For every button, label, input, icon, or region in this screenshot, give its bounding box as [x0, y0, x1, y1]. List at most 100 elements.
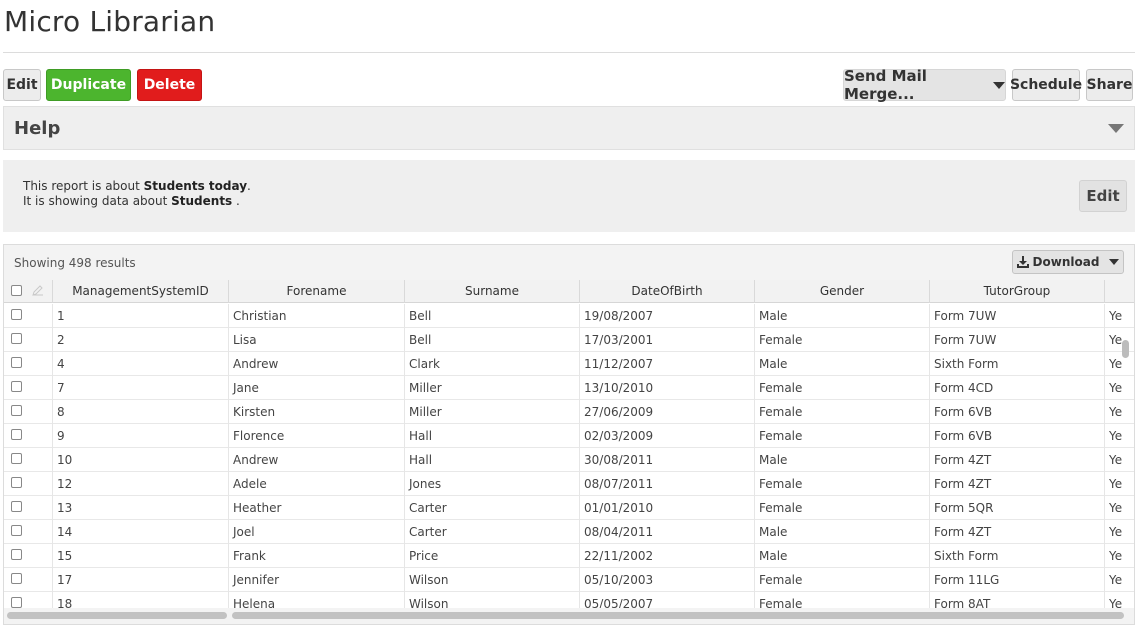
share-button[interactable]: Share	[1086, 69, 1133, 101]
table-cell: Female	[755, 376, 930, 400]
table-cell: Bell	[405, 304, 580, 328]
row-checkbox[interactable]	[11, 405, 22, 416]
row-checkbox[interactable]	[11, 477, 22, 488]
table-cell: 10	[53, 448, 229, 472]
download-icon	[1016, 256, 1029, 268]
pencil-icon	[32, 285, 43, 296]
table-cell: 08/04/2011	[580, 520, 755, 544]
table-cell: Female	[755, 424, 930, 448]
table-cell: Sixth Form	[930, 352, 1105, 376]
table-cell: 02/03/2009	[580, 424, 755, 448]
row-select-cell	[4, 304, 53, 328]
table-cell: 8	[53, 400, 229, 424]
row-select-cell	[4, 496, 53, 520]
table-cell: Ye	[1109, 405, 1123, 419]
table-row[interactable]: 12 Adele Jones 08/07/2011 Female Form 4ZT Ye	[4, 472, 1134, 496]
chevron-down-icon	[1109, 259, 1120, 265]
table-cell: Florence	[229, 424, 405, 448]
table-cell: 01/01/2010	[580, 496, 755, 520]
table-row[interactable]: 2 Lisa Bell 17/03/2001 Female Form 7UW Ye	[4, 328, 1134, 352]
table-cell: Ye	[1109, 429, 1123, 443]
table-cell: Price	[405, 544, 580, 568]
row-select-cell	[4, 544, 53, 568]
edit-button[interactable]: Edit	[3, 69, 41, 101]
table-cell: Andrew	[229, 352, 405, 376]
table-cell: Miller	[405, 400, 580, 424]
table-cell: Form 7UW	[930, 328, 1105, 352]
report-data-suffix: .	[232, 194, 240, 208]
report-data-line: It is showing data about Students .	[23, 194, 240, 208]
table-cell: Ye	[1109, 549, 1123, 563]
table-cell: 14	[53, 520, 229, 544]
table-row[interactable]: 9 Florence Hall 02/03/2009 Female Form 6VB Ye	[4, 424, 1134, 448]
table-cell: 2	[53, 328, 229, 352]
table-row[interactable]: 10 Andrew Hall 30/08/2011 Male Form 4ZT Ye	[4, 448, 1134, 472]
table-cell: 30/08/2011	[580, 448, 755, 472]
table-row[interactable]: 1 Christian Bell 19/08/2007 Male Form 7UW Ye	[4, 304, 1134, 328]
row-checkbox[interactable]	[11, 333, 22, 344]
table-cell: Joel	[229, 520, 405, 544]
row-checkbox[interactable]	[11, 501, 22, 512]
download-button[interactable]: Download	[1012, 250, 1124, 274]
table-row[interactable]: 17 Jennifer Wilson 05/10/2003 Female Form 11L…	[4, 568, 1134, 592]
table-row[interactable]: 13 Heather Carter 01/01/2010 Female Form 5QR Y…	[4, 496, 1134, 520]
table-cell: Male	[755, 520, 930, 544]
row-checkbox[interactable]	[11, 429, 22, 440]
report-edit-button[interactable]: Edit	[1079, 180, 1127, 212]
table-cell: Ye	[1109, 381, 1123, 395]
table-cell: Carter	[405, 520, 580, 544]
row-select-cell	[4, 328, 53, 352]
table-cell: Female	[755, 328, 930, 352]
row-checkbox[interactable]	[11, 357, 22, 368]
vertical-scrollbar[interactable]	[1122, 340, 1129, 358]
table-cell: Ye	[1109, 309, 1123, 323]
column-header[interactable]: DateOfBirth	[580, 280, 755, 303]
row-select-cell	[4, 448, 53, 472]
table-cell: Sixth Form	[930, 544, 1105, 568]
row-checkbox[interactable]	[11, 309, 22, 320]
column-header[interactable]: Surname	[405, 280, 580, 303]
table-cell: 9	[53, 424, 229, 448]
horizontal-scrollbar[interactable]	[232, 612, 1124, 619]
duplicate-button[interactable]: Duplicate	[46, 69, 131, 101]
column-header[interactable]: ManagementSystemID	[53, 280, 229, 303]
table-cell: Lisa	[229, 328, 405, 352]
table-cell: Form 6VB	[930, 400, 1105, 424]
column-header[interactable]: TutorGroup	[930, 280, 1105, 303]
table-cell: Clark	[405, 352, 580, 376]
report-about-line: This report is about Students today.	[23, 179, 251, 193]
frozen-column-scrollbar[interactable]	[7, 612, 227, 619]
column-header[interactable]: Forename	[229, 280, 405, 303]
row-checkbox[interactable]	[11, 597, 22, 608]
send-mail-merge-button[interactable]: Send Mail Merge...	[843, 67, 1006, 103]
table-row[interactable]: 4 Andrew Clark 11/12/2007 Male Sixth Form Ye	[4, 352, 1134, 376]
schedule-button[interactable]: Schedule	[1010, 69, 1082, 101]
row-select-cell	[4, 520, 53, 544]
select-all-checkbox[interactable]	[11, 285, 22, 296]
row-select-cell	[4, 568, 53, 592]
row-select-cell	[4, 472, 53, 496]
table-cell: Male	[755, 352, 930, 376]
help-panel-header[interactable]: Help	[3, 106, 1135, 150]
table-row[interactable]: 8 Kirsten Miller 27/06/2009 Female Form 6VB Ye	[4, 400, 1134, 424]
table-cell: Frank	[229, 544, 405, 568]
table-cell: 11/12/2007	[580, 352, 755, 376]
title-divider	[3, 52, 1135, 53]
row-checkbox[interactable]	[11, 573, 22, 584]
help-title: Help	[14, 118, 61, 139]
row-checkbox[interactable]	[11, 453, 22, 464]
table-cell: Form 7UW	[930, 304, 1105, 328]
table-row[interactable]: 7 Jane Miller 13/10/2010 Female Form 4CD Ye	[4, 376, 1134, 400]
table-cell: Ye	[1109, 333, 1123, 347]
row-checkbox[interactable]	[11, 381, 22, 392]
row-checkbox[interactable]	[11, 525, 22, 536]
delete-button[interactable]: Delete	[137, 69, 202, 101]
chevron-down-icon[interactable]	[1108, 124, 1124, 133]
table-row[interactable]: 14 Joel Carter 08/04/2011 Male Form 4ZT Ye	[4, 520, 1134, 544]
report-about-prefix: This report is about	[23, 179, 144, 193]
row-checkbox[interactable]	[11, 549, 22, 560]
table-cell: Female	[755, 496, 930, 520]
table-cell: Jane	[229, 376, 405, 400]
column-header[interactable]: Gender	[755, 280, 930, 303]
table-row[interactable]: 15 Frank Price 22/11/2002 Male Sixth Form Ye	[4, 544, 1134, 568]
